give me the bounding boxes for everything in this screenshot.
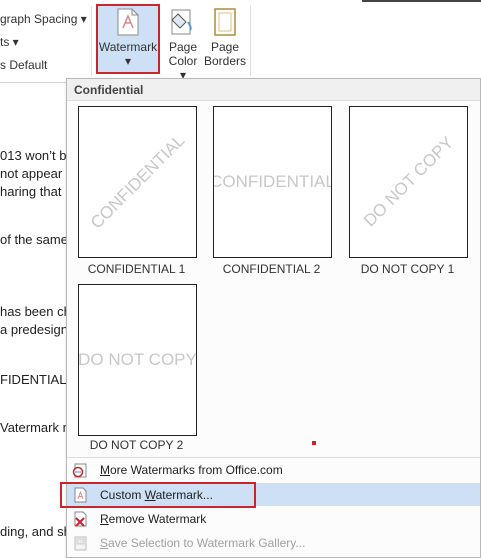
watermark-thumb-label: DO NOT COPY 1 [360, 262, 455, 276]
document-text-line: Vatermark m [0, 420, 74, 435]
page-borders-label-1: Page [210, 40, 240, 54]
document-text-line: a predesigne [0, 322, 76, 337]
remove-watermark-menu-item[interactable]: Remove Watermark [67, 508, 480, 530]
menu-item-label: More Watermarks from Office.com [100, 463, 283, 477]
document-text-line: has been ch [0, 304, 71, 319]
watermark-thumb-label: CONFIDENTIAL 1 [87, 262, 186, 276]
remove-watermark-icon [74, 511, 87, 527]
menu-item-label: Save Selection to Watermark Gallery... [100, 536, 306, 550]
page-borders-label-2: Borders [204, 54, 247, 68]
watermark-thumb-confidential-2[interactable]: CONFIDENTIAL [213, 106, 332, 258]
watermark-icon [117, 8, 139, 36]
ribbon: graph Spacing ▾ ts ▾ s Default Watermark… [0, 0, 481, 83]
watermark-thumb-label: CONFIDENTIAL 2 [222, 262, 321, 276]
watermark-button[interactable]: Watermark ▾ [96, 4, 160, 74]
ribbon-separator [250, 6, 251, 76]
watermark-thumb-do-not-copy-1[interactable]: DO NOT COPY [349, 106, 468, 258]
page-color-button[interactable]: Page Color ▾ [164, 6, 202, 82]
office-online-icon [72, 463, 87, 478]
watermark-thumb-do-not-copy-2[interactable]: DO NOT COPY [78, 284, 197, 436]
save-selection-menu-item[interactable]: Save Selection to Watermark Gallery... [67, 532, 480, 554]
watermark-preview-text: DO NOT COPY [78, 350, 197, 369]
watermark-preview-text: DO NOT COPY [359, 132, 457, 231]
custom-watermark-highlight-box [60, 482, 256, 508]
watermark-thumb-label: DO NOT COPY 2 [89, 438, 184, 452]
watermark-preview-text: CONFIDENTIAL [86, 130, 188, 233]
more-watermarks-menu-item[interactable]: More Watermarks from Office.com [67, 459, 480, 481]
page-color-icon [171, 9, 192, 35]
document-text-line: not appear t [0, 166, 70, 181]
watermark-preview-text: CONFIDENTIAL [213, 172, 332, 191]
watermark-thumb-confidential-1[interactable]: CONFIDENTIAL [78, 106, 197, 258]
gallery-resize-marker [312, 441, 316, 445]
watermark-label: Watermark [98, 40, 158, 54]
page-color-label-1: Page [168, 40, 198, 54]
menu-divider [67, 457, 480, 458]
page-borders-icon [214, 8, 236, 36]
ribbon-separator [91, 6, 92, 76]
gallery-section-header: Confidential [67, 79, 480, 101]
document-text-line: 013 won’t be [0, 148, 74, 163]
set-as-default-button[interactable]: s Default [0, 58, 47, 72]
save-to-gallery-icon [74, 536, 87, 551]
document-text-line: haring that [0, 184, 62, 199]
page-borders-button[interactable]: Page Borders [204, 6, 246, 74]
document-text-line: FIDENTIAL, [0, 372, 71, 387]
effects-button[interactable]: ts ▾ [0, 35, 19, 49]
paragraph-spacing-button[interactable]: graph Spacing ▾ [0, 12, 87, 26]
paragraph-group-fragment: graph Spacing ▾ ts ▾ s Default [0, 0, 92, 82]
chevron-down-icon: ▾ [124, 54, 132, 68]
menu-item-label: Remove Watermark [100, 512, 207, 526]
ribbon-top-border [362, 0, 481, 2]
document-text-line: ding, and sh [0, 524, 71, 539]
